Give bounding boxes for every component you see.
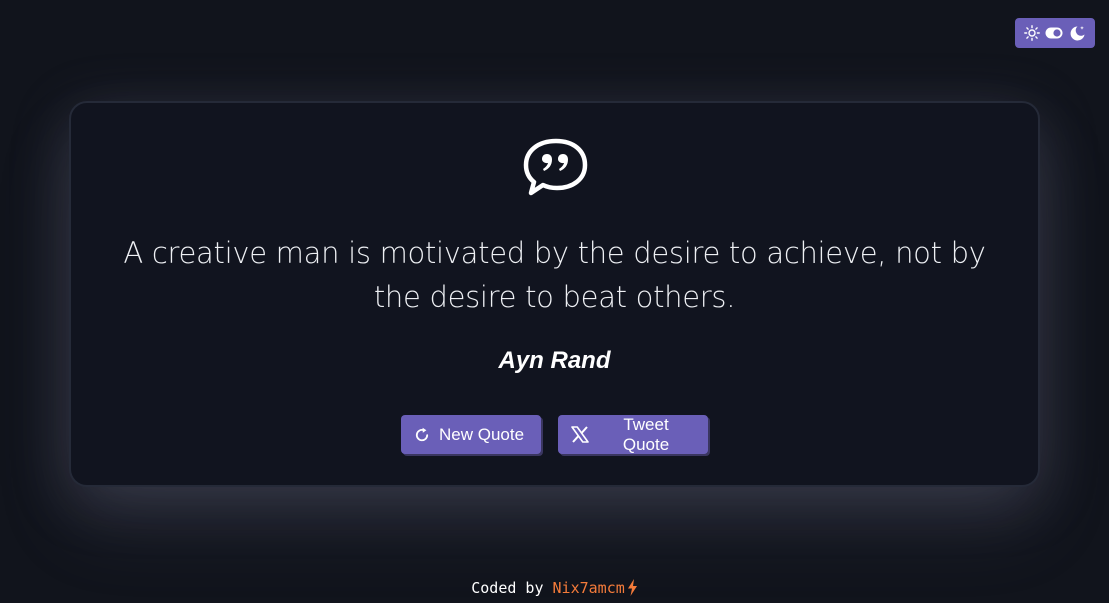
tweet-quote-label: Tweet Quote (622, 414, 670, 454)
x-logo-icon (571, 426, 589, 443)
refresh-icon (414, 427, 430, 443)
toggle-icon[interactable] (1045, 27, 1063, 39)
new-quote-label: New Quote (439, 424, 525, 444)
new-quote-button[interactable]: New Quote (401, 415, 541, 454)
quote-author: Ayn Rand (498, 347, 611, 374)
footer-author-link[interactable]: Nix7amcm (553, 579, 625, 597)
footer: Coded by Nix7amcm (0, 579, 1109, 600)
quote-text: A creative man is motivated by the desir… (123, 236, 986, 314)
theme-toggle[interactable] (1015, 18, 1095, 48)
quote-card: A creative man is motivated by the desir… (69, 101, 1040, 487)
lightning-bolt-icon (627, 579, 638, 600)
tweet-quote-button[interactable]: Tweet Quote (558, 415, 708, 454)
sun-icon[interactable] (1023, 25, 1040, 41)
footer-prefix: Coded by (471, 579, 544, 597)
moon-icon[interactable] (1069, 25, 1086, 42)
action-buttons: New Quote Tweet Quote (71, 415, 1038, 454)
speech-bubble-quote-icon (523, 137, 589, 199)
